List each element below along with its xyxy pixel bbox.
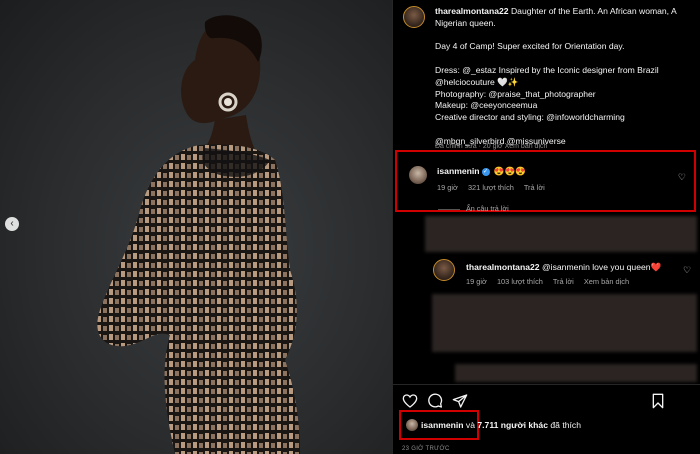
comment-time[interactable]: 19 giờ: [437, 183, 458, 192]
previous-image-button[interactable]: ‹: [5, 217, 19, 231]
chevron-left-icon: ‹: [10, 218, 14, 229]
likes-connector: và: [465, 420, 475, 430]
post-photo: ‹: [0, 0, 392, 454]
likes-others-count[interactable]: 7.711 người khác: [477, 420, 548, 430]
comment-meta: 19 giờ 321 lượt thích Trả lời: [437, 183, 553, 192]
reply-likes[interactable]: 103 lượt thích: [497, 277, 543, 286]
blurred-comment-3: [455, 364, 697, 382]
post-caption: tharealmontana22 Daughter of the Earth. …: [435, 6, 695, 159]
author-avatar[interactable]: [403, 6, 425, 28]
reply-time[interactable]: 19 giờ: [466, 277, 487, 286]
caption-username[interactable]: tharealmontana22: [435, 6, 509, 16]
comment-text: 😍😍😍: [493, 166, 527, 176]
bookmark-icon[interactable]: [650, 393, 666, 409]
reply-like-icon[interactable]: ♡: [683, 265, 691, 276]
heart-icon[interactable]: [402, 393, 418, 409]
caption-meta: Đã chỉnh sửa · 20 giờ Xem bản dịch: [435, 143, 548, 150]
reply-reply-button[interactable]: Trả lời: [553, 277, 574, 286]
hide-replies-divider: [438, 208, 460, 210]
blurred-comment-2: [432, 294, 697, 352]
caption-paragraph-3: Dress: @_estaz Inspired by the Iconic de…: [435, 64, 659, 123]
action-bar-divider: [392, 384, 700, 385]
share-icon[interactable]: [452, 393, 468, 409]
reply-translate-button[interactable]: Xem bản dịch: [584, 277, 629, 286]
post-time-ago: 23 GIỜ TRƯỚC: [402, 446, 450, 452]
reply-line: tharealmontana22 @isanmenin love you que…: [466, 262, 661, 273]
comment-icon[interactable]: [427, 393, 443, 409]
comment-likes[interactable]: 321 lượt thích: [468, 183, 514, 192]
comment-line: isanmenin ✓ 😍😍😍: [437, 166, 526, 177]
highlighted-comment: isanmenin ✓ 😍😍😍 19 giờ 321 lượt thích Trả…: [395, 150, 696, 212]
hide-replies-button[interactable]: Ẩn câu trả lời: [438, 204, 509, 213]
woman-in-dress-image: [97, 15, 300, 454]
caption-paragraph-2: Day 4 of Camp! Super excited for Orienta…: [435, 41, 625, 52]
likes-suffix: đã thích: [550, 420, 581, 430]
reply-text: @isanmenin love you queen❤️: [541, 262, 662, 272]
commenter-username[interactable]: isanmenin: [437, 166, 480, 176]
reply-author-avatar[interactable]: [433, 259, 455, 281]
hide-replies-label: Ẩn câu trả lời: [466, 204, 509, 213]
blurred-comment-1: [425, 216, 697, 252]
verified-icon: ✓: [481, 167, 490, 176]
comment-like-icon[interactable]: ♡: [678, 172, 686, 183]
liker-username[interactable]: isanmenin: [421, 420, 464, 430]
liker-avatar[interactable]: [406, 419, 418, 431]
commenter-avatar[interactable]: [409, 166, 427, 184]
reply-username[interactable]: tharealmontana22: [466, 262, 540, 272]
likes-summary: isanmenin và 7.711 người khác đã thích: [421, 420, 581, 430]
comment-reply-button[interactable]: Trả lời: [524, 183, 545, 192]
reply-meta: 19 giờ 103 lượt thích Trả lời Xem bản dị…: [466, 277, 637, 286]
